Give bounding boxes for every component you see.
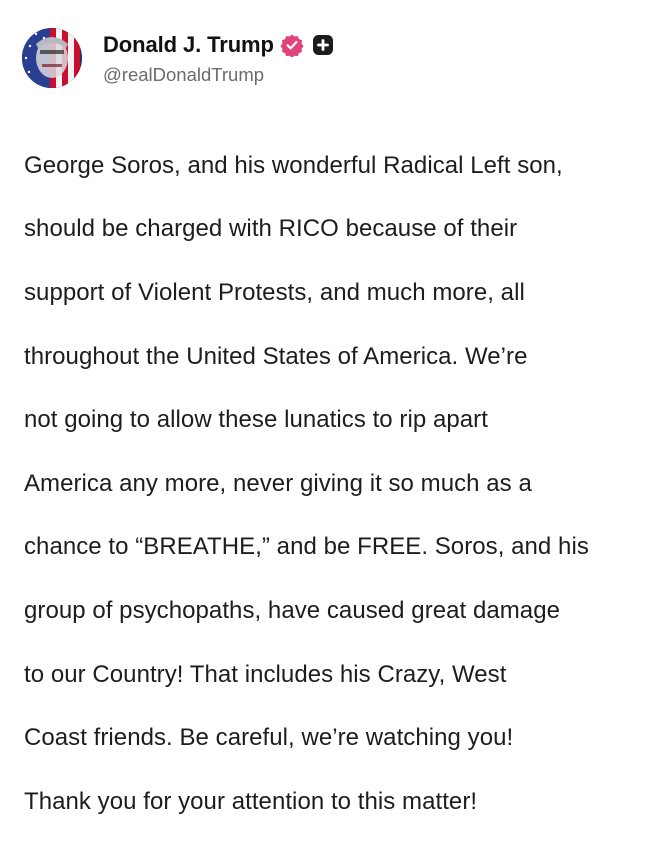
- author-display-name[interactable]: Donald J. Trump: [103, 32, 274, 58]
- avatar[interactable]: [22, 28, 82, 88]
- verified-badge-icon: [280, 33, 304, 58]
- post-body-line: throughout the United States of America.…: [24, 342, 528, 370]
- post-body-line: should be charged with RICO because of t…: [24, 215, 518, 243]
- author-handle[interactable]: @realDonaldTrump: [103, 64, 334, 86]
- post-header: Donald J. Trump @realDonaldTrump: [22, 27, 334, 89]
- post-body-line: Thank you for your attention to this mat…: [24, 787, 478, 815]
- author-identity: Donald J. Trump @realDonaldTrump: [103, 30, 334, 86]
- avatar-image: [22, 28, 82, 88]
- post-body-line: not going to allow these lunatics to rip…: [24, 406, 488, 434]
- post-body-line: support of Violent Protests, and much mo…: [24, 278, 525, 306]
- post-body-line: chance to “BREATHE,” and be FREE. Soros,…: [24, 533, 589, 561]
- post-body-line: Coast friends. Be careful, we’re watchin…: [24, 724, 514, 752]
- post-card: Donald J. Trump @realDonaldTrump George …: [0, 0, 660, 815]
- post-body-line: America any more, never giving it so muc…: [24, 469, 532, 497]
- post-body-line: George Soros, and his wonderful Radical …: [24, 151, 563, 179]
- post-body-line: group of psychopaths, have caused great …: [24, 596, 560, 624]
- plus-badge-icon: [312, 34, 334, 56]
- post-body: George Soros, and his wonderful Radical …: [24, 118, 648, 849]
- post-body-line: to our Country! That includes his Crazy,…: [24, 660, 507, 688]
- name-row: Donald J. Trump: [103, 30, 334, 60]
